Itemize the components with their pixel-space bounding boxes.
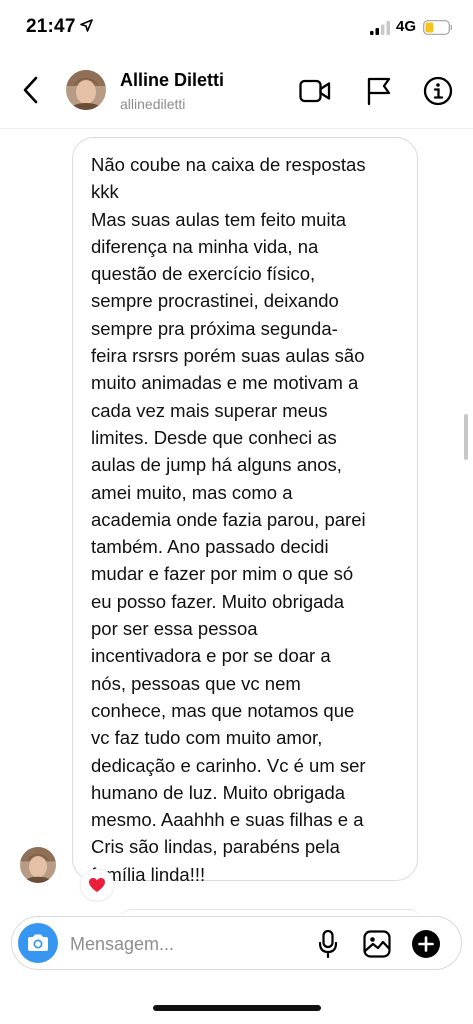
message-line: limites. Desde que conheci as: [91, 426, 337, 448]
message-line: amei muito, mas como a: [91, 481, 293, 503]
message-line: por ser essa pessoa: [91, 618, 258, 640]
voice-message-button[interactable]: [312, 928, 344, 960]
dm-thread-screen: 21:47 4G Alline Diletti allinediletti Nã…: [0, 0, 473, 1024]
message-line: sempre procrastinei, deixando: [91, 290, 339, 312]
message-line: cada vez mais superar meus: [91, 399, 328, 421]
heart-reaction[interactable]: [80, 869, 114, 901]
message-line: Mas suas aulas tem feito muita: [91, 208, 346, 230]
message-line: também. Ano passado decidi: [91, 536, 329, 558]
chevron-left-icon: [23, 76, 38, 104]
message-composer: [11, 916, 462, 970]
message-line: Cris são lindas, parabéns pela: [91, 836, 340, 858]
back-button[interactable]: [16, 72, 44, 108]
video-call-icon: [299, 79, 331, 103]
message-line: eu posso fazer. Muito obrigada: [91, 590, 344, 612]
status-bar: 21:47 4G: [0, 0, 473, 52]
contact-username: allinediletti: [120, 96, 186, 112]
camera-button[interactable]: [18, 923, 58, 963]
message-line: incentivadora e por se doar a: [91, 645, 331, 667]
camera-icon: [28, 934, 48, 951]
microphone-icon: [318, 929, 338, 959]
gallery-icon: [363, 930, 391, 958]
heart-icon: [89, 878, 105, 892]
message-text: Não coube na caixa de respostas kkk Mas …: [91, 151, 401, 888]
avatar-photo: [20, 847, 56, 883]
message-line: dedicação e carinho. Vc é um ser: [91, 754, 366, 776]
more-options-button[interactable]: [410, 928, 442, 960]
message-line: academia onde fazia parou, parei: [91, 508, 366, 530]
message-line: Não coube na caixa de respostas: [91, 154, 366, 175]
message-bubble[interactable]: Não coube na caixa de respostas kkk Mas …: [72, 137, 418, 885]
message-line: nós, pessoas que vc nem: [91, 672, 301, 694]
message-line: vc faz tudo com muito amor,: [91, 727, 323, 749]
message-line: aulas de jump há alguns anos,: [91, 454, 342, 476]
message-line: diferença na minha vida, na: [91, 235, 319, 257]
location-arrow-icon: [80, 19, 93, 32]
network-type: 4G: [396, 18, 417, 35]
chat-header: Alline Diletti allinediletti: [0, 52, 473, 129]
contact-name[interactable]: Alline Diletti: [120, 70, 224, 91]
status-time: 21:47: [26, 16, 76, 37]
message-line: questão de exercício físico,: [91, 263, 316, 285]
message-line: feira rsrsrs porém suas aulas são: [91, 345, 365, 367]
message-line: humano de luz. Muito obrigada: [91, 781, 346, 803]
info-button[interactable]: [421, 74, 455, 108]
message-line: sempre pra próxima segunda-: [91, 317, 338, 339]
avatar[interactable]: [66, 70, 106, 110]
signal-bars-icon: [370, 21, 390, 35]
scrollbar[interactable]: [464, 414, 468, 460]
message-line: mudar e fazer por mim o que só: [91, 563, 354, 585]
info-icon: [423, 76, 453, 106]
message-line: família linda!!!: [91, 863, 206, 885]
message-line: kkk: [91, 181, 119, 203]
sender-avatar[interactable]: [20, 847, 56, 883]
report-button[interactable]: [362, 74, 396, 108]
message-line: conhece, mas que notamos que: [91, 699, 355, 721]
gallery-button[interactable]: [361, 928, 393, 960]
plus-icon: [412, 930, 440, 958]
video-call-button[interactable]: [298, 74, 332, 108]
flag-icon: [367, 77, 391, 106]
home-indicator[interactable]: [153, 1005, 321, 1011]
message-line: muito animadas e me motivam a: [91, 372, 359, 394]
message-line: mesmo. Aaahhh e suas filhas e a: [91, 809, 364, 831]
battery-icon: [423, 20, 453, 35]
message-input[interactable]: [70, 930, 300, 958]
avatar-photo: [66, 70, 106, 110]
